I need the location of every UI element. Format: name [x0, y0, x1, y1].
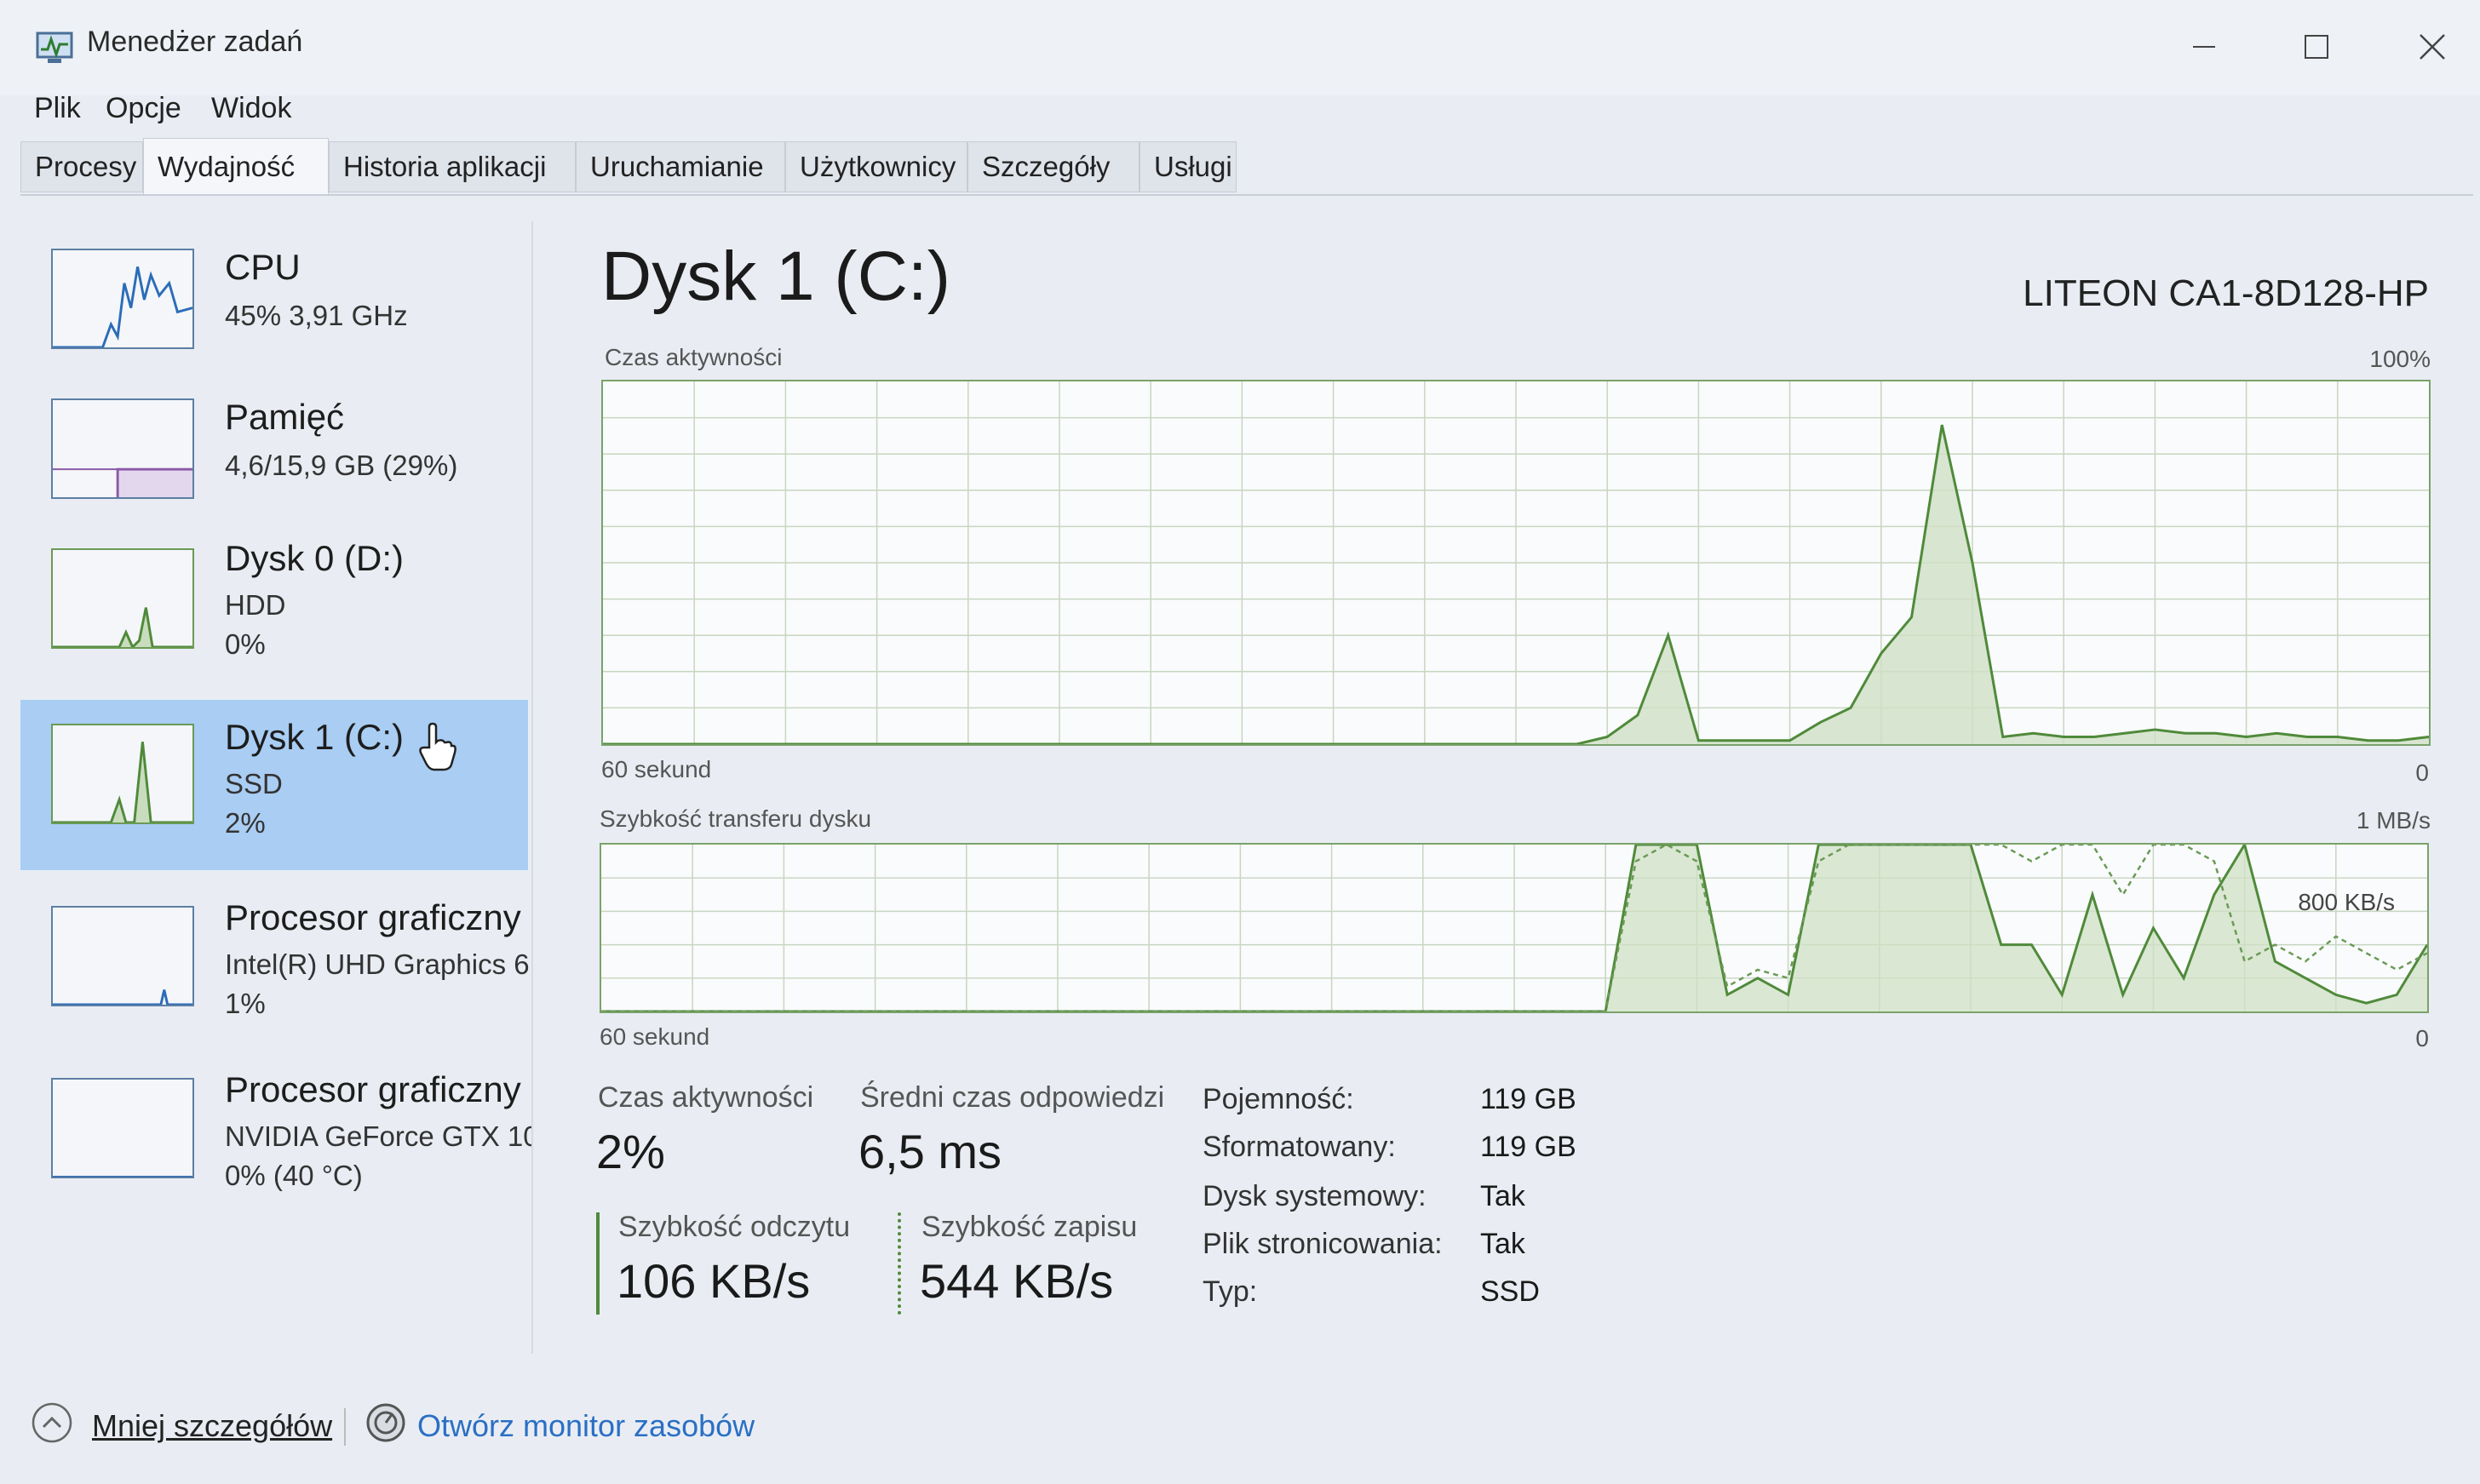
graph1-x-left: 60 sekund	[601, 756, 712, 782]
sidebar-item-disk1[interactable]: Dysk 1 (C:) SSD 2%	[20, 700, 528, 870]
read-speed-label: Szybkość odczytu	[618, 1211, 851, 1243]
graph2-label: Szybkość transferu dysku	[600, 805, 872, 832]
less-details-link[interactable]: Mniej szczegółów	[92, 1408, 332, 1444]
graph2-mid-label: 800 KB/s	[2298, 889, 2395, 915]
formatted-label: Sformatowany:	[1203, 1131, 1396, 1163]
close-button[interactable]	[2381, 15, 2480, 78]
tab-uruchamianie[interactable]: Uruchamianie	[576, 141, 785, 192]
menu-opcje[interactable]: Opcje	[106, 92, 181, 125]
tab-procesy[interactable]: Procesy	[20, 141, 143, 192]
sidebar-label-gpu0: Procesor graficzny	[225, 897, 521, 937]
window-title: Menedżer zadań	[87, 26, 303, 58]
footer: Mniej szczegółów Otwórz monitor zasobów	[0, 1362, 2480, 1484]
gpu0-thumbnail	[51, 906, 194, 1006]
tab-uzytkownicy[interactable]: Użytkownicy	[785, 141, 967, 192]
sidebar-item-gpu1[interactable]: Procesor graficzny NVIDIA GeForce GTX 10…	[20, 1052, 531, 1214]
response-time-value: 6,5 ms	[858, 1125, 1002, 1178]
sidebar-value-gpu0: 1%	[225, 988, 266, 1019]
disk1-thumbnail	[51, 724, 194, 824]
chevron-up-icon[interactable]	[31, 1401, 73, 1444]
menu-widok[interactable]: Widok	[211, 92, 291, 125]
sidebar-label-gpu1: Procesor graficzny	[225, 1069, 521, 1109]
task-manager-icon	[36, 32, 73, 63]
resource-monitor-icon	[366, 1403, 405, 1442]
tab-wydajnosc[interactable]: Wydajność	[143, 138, 329, 194]
active-time-grid	[603, 381, 2429, 744]
tab-szczegoly[interactable]: Szczegóły	[967, 141, 1140, 192]
read-speed-marker	[596, 1212, 600, 1315]
write-speed-marker	[898, 1212, 901, 1315]
capacity-value: 119 GB	[1480, 1083, 1576, 1115]
sidebar-value-disk0: 0%	[225, 628, 266, 660]
active-time-chart	[601, 380, 2431, 746]
menu-plik[interactable]: Plik	[34, 92, 81, 125]
graph2-max-label: 1 MB/s	[2356, 807, 2431, 834]
sidebar-label-cpu: CPU	[225, 247, 301, 287]
graph2-x-left: 60 sekund	[600, 1023, 710, 1050]
sidebar-item-memory[interactable]: Pamięć 4,6/15,9 GB (29%)	[20, 371, 528, 533]
sidebar-label-disk1: Dysk 1 (C:)	[225, 717, 404, 757]
tab-uslugi[interactable]: Usługi	[1140, 141, 1237, 192]
graph1-x-right: 0	[2415, 759, 2429, 786]
system-disk-value: Tak	[1480, 1180, 1525, 1212]
sidebar-type-disk1: SSD	[225, 768, 283, 799]
write-speed-value: 544 KB/s	[920, 1254, 1114, 1308]
graph2-x-right: 0	[2415, 1025, 2429, 1051]
response-time-label: Średni czas odpowiedzi	[860, 1081, 1165, 1114]
sidebar-model-gpu1: NVIDIA GeForce GTX 10	[225, 1120, 531, 1152]
sidebar-type-disk0: HDD	[225, 589, 286, 621]
sidebar-label-disk0: Dysk 0 (D:)	[225, 538, 404, 578]
active-time-label: Czas aktywności	[598, 1081, 814, 1114]
open-resource-monitor-link[interactable]: Otwórz monitor zasobów	[417, 1408, 755, 1444]
system-disk-label: Dysk systemowy:	[1203, 1180, 1427, 1212]
memory-thumbnail	[51, 398, 194, 499]
sidebar-value-cpu: 45% 3,91 GHz	[225, 300, 408, 331]
title-bar: Menedżer zadań	[0, 0, 2480, 95]
sidebar-label-memory: Pamięć	[225, 397, 345, 437]
type-label: Typ:	[1203, 1275, 1258, 1308]
gpu1-thumbnail	[51, 1078, 194, 1178]
hand-cursor-icon	[419, 722, 456, 771]
graph1-max-label: 100%	[2369, 346, 2431, 372]
write-speed-label: Szybkość zapisu	[921, 1211, 1138, 1243]
sidebar-item-cpu[interactable]: CPU 45% 3,91 GHz	[20, 221, 528, 383]
sidebar-value-disk1: 2%	[225, 807, 266, 839]
capacity-label: Pojemność:	[1203, 1083, 1354, 1115]
sidebar-model-gpu0: Intel(R) UHD Graphics 6	[225, 948, 530, 980]
disk0-thumbnail	[51, 548, 194, 649]
page-file-value: Tak	[1480, 1228, 1525, 1260]
footer-divider	[344, 1408, 346, 1446]
disk-detail-panel: Dysk 1 (C:) LITEON CA1-8D128-HP Czas akt…	[562, 221, 2461, 1354]
graph1-label: Czas aktywności	[605, 344, 783, 370]
page-file-label: Plik stronicowania:	[1203, 1228, 1443, 1260]
read-speed-value: 106 KB/s	[617, 1254, 811, 1308]
close-icon	[2420, 34, 2445, 60]
sidebar-value-memory: 4,6/15,9 GB (29%)	[225, 450, 458, 481]
resource-sidebar: CPU 45% 3,91 GHz Pamięć 4,6/15,9 GB (29%…	[20, 221, 533, 1354]
minimize-icon	[2193, 46, 2215, 48]
maximize-button[interactable]	[2265, 15, 2368, 78]
sidebar-item-gpu0[interactable]: Procesor graficzny Intel(R) UHD Graphics…	[20, 880, 530, 1042]
active-time-value: 2%	[596, 1125, 665, 1178]
minimize-button[interactable]	[2153, 15, 2255, 78]
menu-bar: Plik Opcje Widok	[0, 85, 2480, 133]
sidebar-value-gpu1: 0% (40 °C)	[225, 1160, 363, 1191]
cpu-thumbnail	[51, 249, 194, 349]
maximize-icon	[2305, 35, 2328, 59]
transfer-rate-chart	[600, 843, 2429, 1013]
formatted-value: 119 GB	[1480, 1131, 1576, 1163]
page-title: Dysk 1 (C:)	[601, 238, 950, 315]
tab-bar: Procesy Wydajność Historia aplikacji Uru…	[20, 138, 2473, 196]
sidebar-item-disk0[interactable]: Dysk 0 (D:) HDD 0%	[20, 521, 528, 683]
type-value: SSD	[1480, 1275, 1540, 1308]
device-model: LITEON CA1-8D128-HP	[2023, 272, 2429, 314]
tab-historia-aplikacji[interactable]: Historia aplikacji	[329, 141, 576, 192]
